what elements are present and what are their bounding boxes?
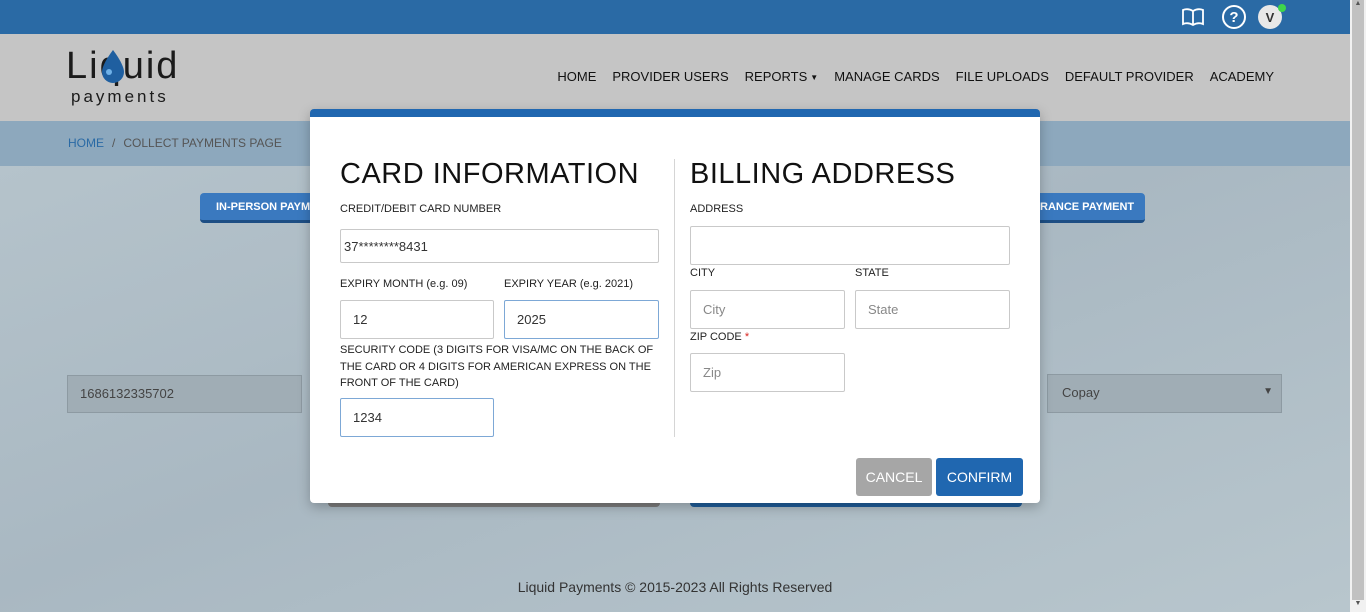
security-code-label: SECURITY CODE (3 DIGITS FOR VISA/MC ON T… — [340, 344, 654, 389]
payment-type-selected: Copay — [1062, 385, 1100, 400]
zip-field[interactable]: Zip — [690, 353, 845, 392]
breadcrumb-separator: / — [112, 136, 116, 150]
card-number-label: CREDIT/DEBIT CARD NUMBER — [340, 203, 502, 215]
scrollbar-thumb[interactable] — [1352, 0, 1364, 600]
footer: Liquid Payments © 2015-2023 All Rights R… — [517, 579, 833, 595]
account-number-field[interactable]: 1686132335702 — [67, 375, 302, 413]
nav-item-manage-cards[interactable]: MANAGE CARDS — [834, 69, 939, 84]
address-label: ADDRESS — [690, 203, 744, 215]
city-label: CITY — [690, 267, 716, 279]
billing-address-title: BILLING ADDRESS — [690, 158, 956, 190]
column-divider — [674, 159, 675, 437]
card-number-field[interactable]: 37********8431 — [340, 229, 659, 263]
security-code-field[interactable]: 1234 — [340, 398, 494, 437]
droplet-icon — [102, 50, 124, 83]
breadcrumb-current: COLLECT PAYMENTS PAGE — [123, 136, 282, 150]
address-field[interactable] — [690, 226, 1010, 265]
main-nav: HOME PROVIDER USERS REPORTS ▼ MANAGE CARD… — [557, 69, 1274, 84]
nav-item-reports[interactable]: REPORTS ▼ — [745, 69, 819, 84]
expiry-month-label: EXPIRY MONTH (e.g. 09) — [340, 278, 468, 290]
caret-down-icon: ▼ — [810, 73, 819, 83]
city-field[interactable]: City — [690, 290, 845, 329]
zip-label-text: ZIP CODE — [690, 331, 742, 343]
nav-item-provider-users[interactable]: PROVIDER USERS — [612, 69, 728, 84]
expiry-year-label: EXPIRY YEAR (e.g. 2021) — [504, 278, 634, 290]
expiry-month-field[interactable]: 12 — [340, 300, 494, 339]
nav-item-reports-label: REPORTS — [744, 69, 808, 84]
top-bar: ? V — [0, 0, 1350, 34]
cancel-button[interactable]: CANCEL — [856, 458, 932, 496]
help-icon[interactable]: ? — [1222, 5, 1246, 29]
logo-subtitle: payments — [71, 87, 169, 106]
nav-item-file-uploads[interactable]: FILE UPLOADS — [956, 69, 1049, 84]
header: Liquid payments HOME PROVIDER USERS REPO… — [0, 34, 1350, 121]
nav-item-default-provider[interactable]: DEFAULT PROVIDER — [1065, 69, 1194, 84]
card-info-title: CARD INFORMATION — [340, 158, 640, 190]
nav-item-home[interactable]: HOME — [557, 69, 596, 84]
scroll-down-arrow-icon[interactable]: ▼ — [1350, 600, 1366, 612]
state-field[interactable]: State — [855, 290, 1010, 329]
payment-type-select[interactable]: Copay ▼ — [1047, 374, 1282, 413]
book-icon[interactable] — [1181, 5, 1205, 29]
chevron-down-icon: ▼ — [1263, 386, 1273, 397]
scroll-up-arrow-icon[interactable]: ▲ — [1350, 0, 1366, 12]
expiry-year-field[interactable]: 2025 — [504, 300, 659, 339]
required-marker: * — [744, 331, 750, 343]
breadcrumb-home[interactable]: HOME — [68, 136, 104, 150]
online-status-dot — [1278, 4, 1286, 12]
state-label: STATE — [855, 267, 889, 279]
confirm-button[interactable]: CONFIRM — [936, 458, 1023, 496]
card-payment-modal: CARD INFORMATION CREDIT/DEBIT CARD NUMBE… — [310, 109, 1040, 503]
zip-label: ZIP CODE * — [690, 331, 749, 343]
nav-item-academy[interactable]: ACADEMY — [1210, 69, 1274, 84]
